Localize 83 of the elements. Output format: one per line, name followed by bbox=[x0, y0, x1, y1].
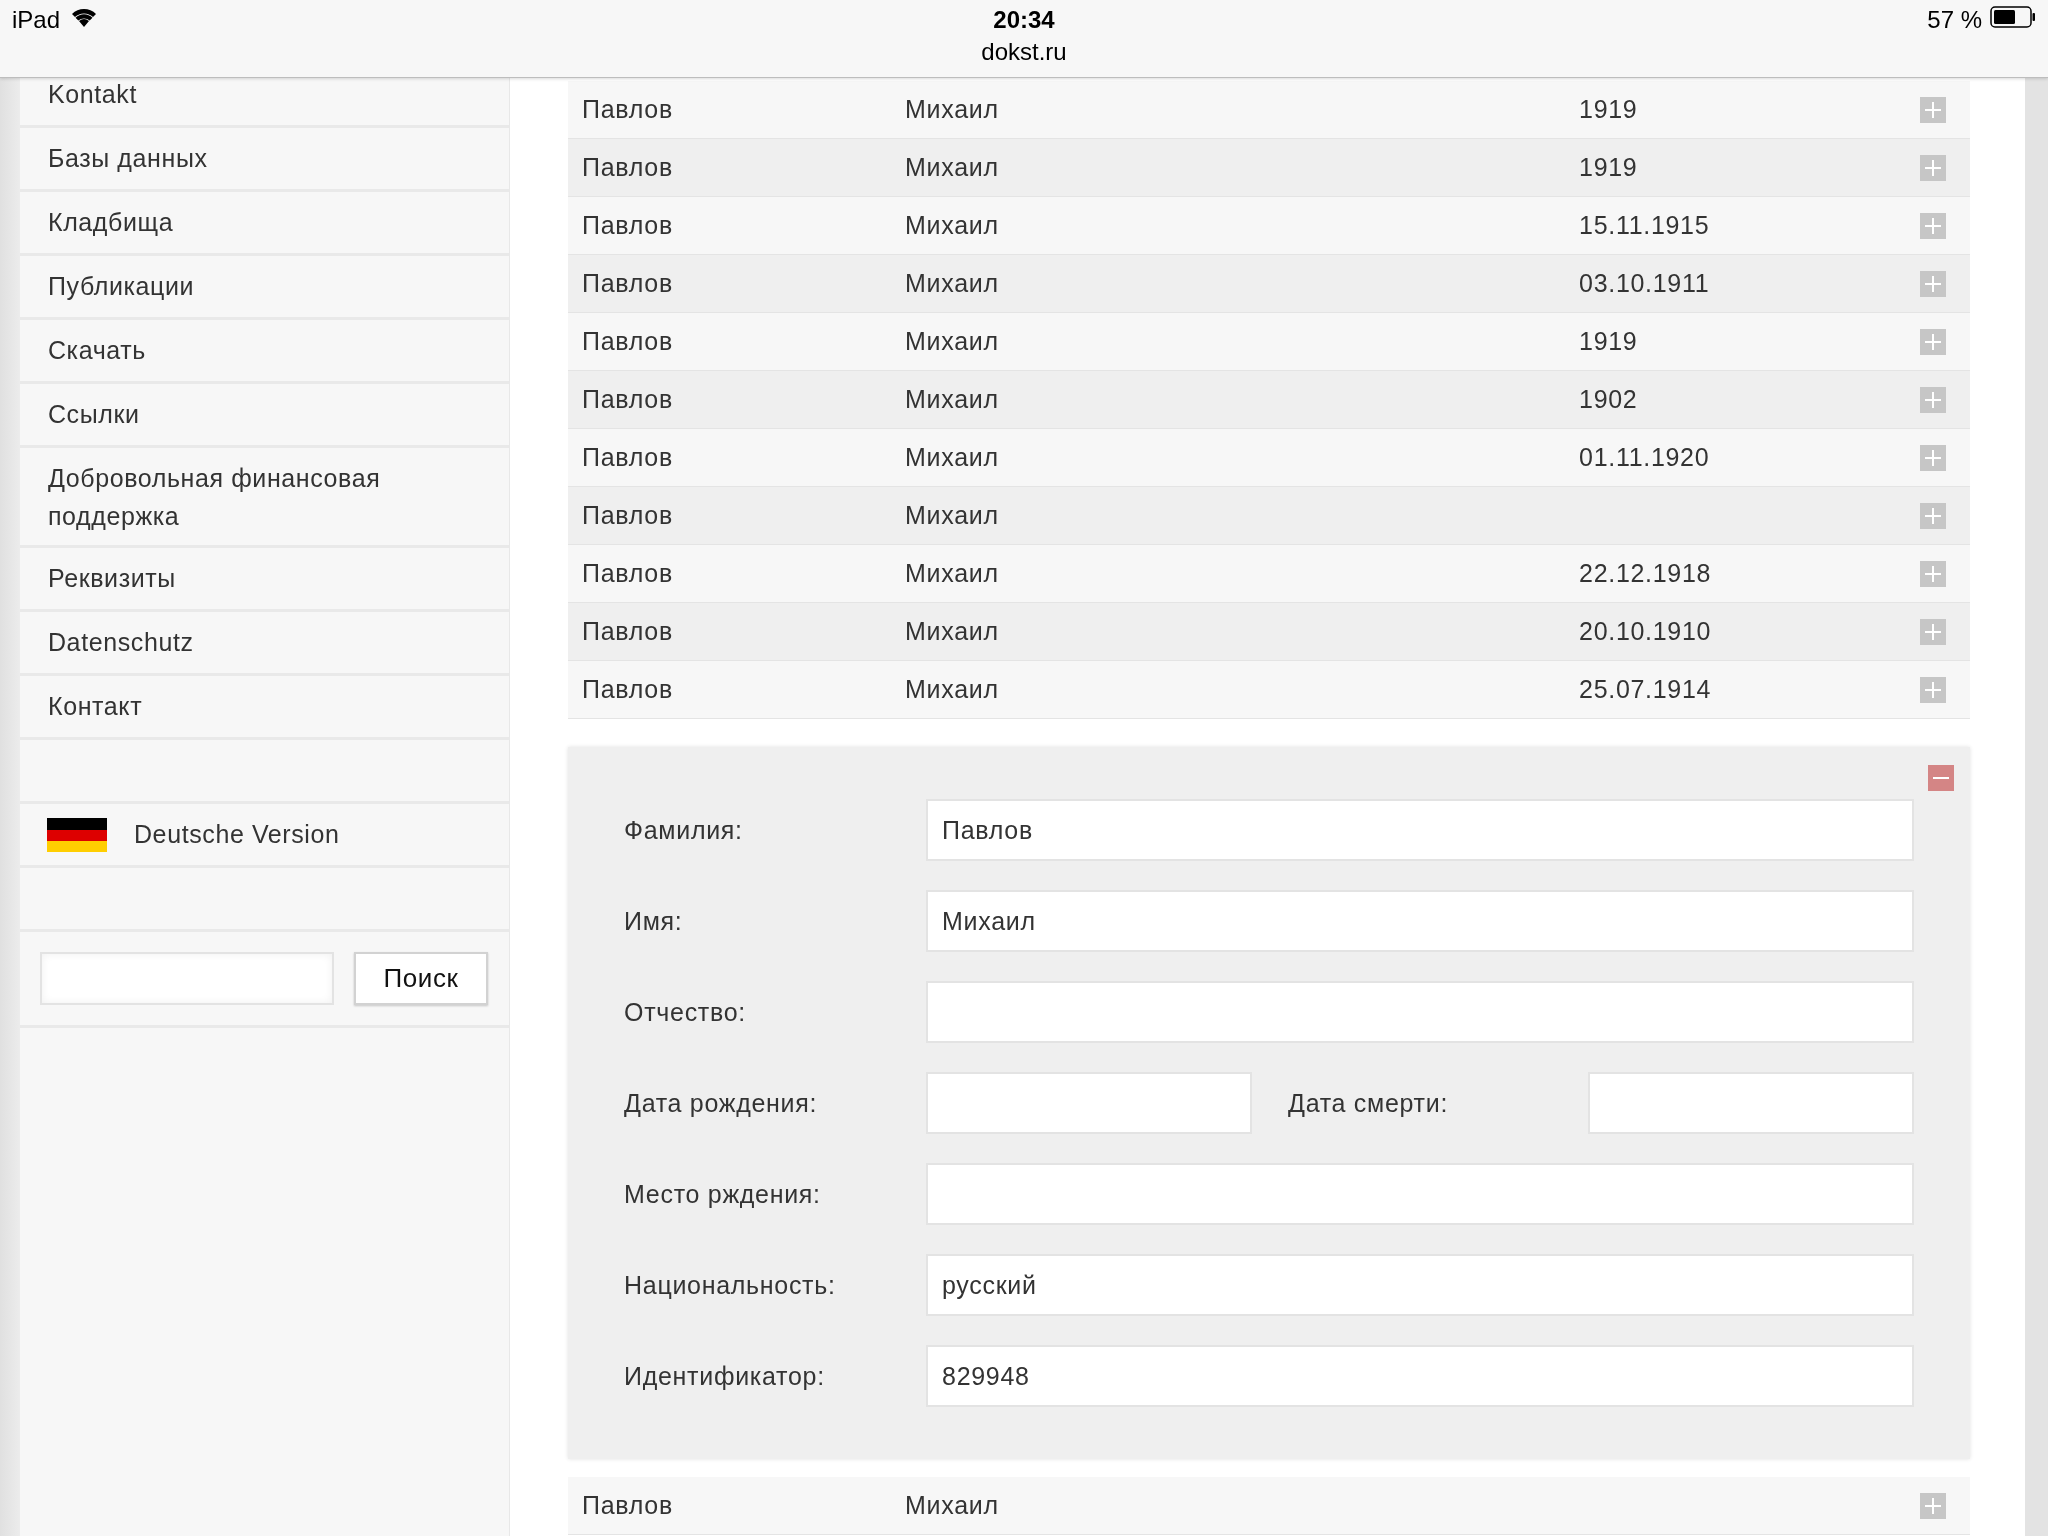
table-cell-text: Павлов bbox=[582, 95, 674, 124]
expand-icon[interactable] bbox=[1920, 96, 1947, 123]
table-cell-text: Михаил bbox=[905, 327, 1000, 356]
input-field[interactable]: 829948 bbox=[926, 1345, 1915, 1407]
battery-percent: 57 % bbox=[1927, 6, 1982, 34]
expand-icon[interactable] bbox=[1920, 1492, 1947, 1519]
table-cell-text: Павлов bbox=[582, 153, 674, 182]
wifi-icon bbox=[70, 6, 99, 28]
input-field[interactable] bbox=[926, 981, 1915, 1043]
table-cell-text: Павлов bbox=[582, 443, 674, 472]
field-label: Дата смерти: bbox=[1288, 1088, 1450, 1118]
table-cell-text: 01.11.1920 bbox=[1579, 443, 1711, 472]
table-cell-text: Михаил bbox=[905, 385, 1000, 414]
table-cell-text: Павлов bbox=[582, 385, 674, 414]
table-cell-text: Михаил bbox=[905, 1491, 1000, 1520]
table-cell-text: Михаил bbox=[905, 443, 1000, 472]
sidebar-item[interactable]: Контакт bbox=[19, 676, 510, 740]
table-cell-text: Павлов bbox=[582, 559, 674, 588]
german-flag-icon bbox=[46, 817, 107, 852]
field-label: Имя: bbox=[624, 906, 684, 936]
table-cell-text: 1919 bbox=[1579, 153, 1639, 182]
table-cell-text: 1902 bbox=[1579, 385, 1639, 414]
sidebar-item[interactable]: Публикации bbox=[19, 256, 510, 320]
clock: 20:34 bbox=[993, 6, 1055, 34]
input-field[interactable] bbox=[926, 1163, 1915, 1225]
table-cell-text: Михаил bbox=[905, 501, 1000, 530]
input-field[interactable] bbox=[1588, 1072, 1915, 1134]
table-cell-text: Павлов bbox=[582, 617, 674, 646]
expand-icon[interactable] bbox=[1920, 270, 1947, 297]
expand-icon[interactable] bbox=[1920, 618, 1947, 645]
field-label: Идентификатор: bbox=[624, 1361, 826, 1391]
table-cell-text: Павлов bbox=[582, 269, 674, 298]
sidebar-item[interactable]: Скачать bbox=[19, 320, 510, 384]
table-cell-text: 03.10.1911 bbox=[1579, 269, 1711, 298]
search-field[interactable] bbox=[39, 952, 334, 1005]
input-field[interactable]: Павлов bbox=[926, 799, 1915, 861]
expand-icon[interactable] bbox=[1920, 560, 1947, 587]
table-cell-text: 22.12.1918 bbox=[1579, 559, 1713, 588]
expand-icon[interactable] bbox=[1920, 676, 1947, 703]
field-label: Фамилия: bbox=[624, 815, 744, 845]
field-label: Место рждения: bbox=[624, 1179, 822, 1209]
sidebar-item[interactable]: Добровольная финансовая поддержка bbox=[19, 448, 510, 548]
field-label: Национальность: bbox=[624, 1270, 837, 1300]
table-cell-text: Павлов bbox=[582, 501, 674, 530]
input-field[interactable]: русский bbox=[926, 1254, 1915, 1316]
table-cell-text: Михаил bbox=[905, 617, 1000, 646]
table-cell-text: 1919 bbox=[1579, 95, 1639, 124]
expand-icon[interactable] bbox=[1920, 444, 1947, 471]
table-cell-text: Михаил bbox=[905, 95, 1000, 124]
table-cell-text: 20.10.1910 bbox=[1579, 617, 1713, 646]
battery-icon bbox=[1990, 6, 2036, 28]
table-cell-text: Павлов bbox=[582, 327, 674, 356]
field-label: Отчество: bbox=[624, 997, 747, 1027]
sidebar-item[interactable]: Datenschutz bbox=[19, 612, 510, 676]
table-cell-text: 15.11.1915 bbox=[1579, 211, 1711, 240]
table-cell-text: Павлов bbox=[582, 1491, 674, 1520]
device-name: iPad bbox=[12, 6, 61, 34]
expand-icon[interactable] bbox=[1920, 154, 1947, 181]
collapse-icon[interactable] bbox=[1928, 765, 1955, 791]
table-cell-text: Михаил bbox=[905, 269, 1000, 298]
table-cell-text: 25.07.1914 bbox=[1579, 675, 1713, 704]
table-cell-text: Михаил bbox=[905, 559, 1000, 588]
language-link[interactable]: Deutsche Version bbox=[133, 820, 340, 849]
expand-icon[interactable] bbox=[1920, 386, 1947, 413]
sidebar-item[interactable]: Базы данных bbox=[19, 128, 510, 192]
sidebar-item[interactable]: Кладбища bbox=[19, 192, 510, 256]
field-label: Дата рождения: bbox=[624, 1088, 819, 1118]
sidebar-item[interactable]: Kontakt bbox=[19, 78, 510, 128]
expand-icon[interactable] bbox=[1920, 212, 1947, 239]
input-field[interactable] bbox=[926, 1072, 1253, 1134]
input-field[interactable]: Михаил bbox=[926, 890, 1915, 952]
search-button[interactable]: Поиск bbox=[353, 952, 488, 1005]
table-cell-text: Михаил bbox=[905, 211, 1000, 240]
expand-icon[interactable] bbox=[1920, 502, 1947, 529]
table-cell-text: Павлов bbox=[582, 211, 674, 240]
expand-icon[interactable] bbox=[1920, 328, 1947, 355]
table-cell-text: Михаил bbox=[905, 153, 1000, 182]
sidebar-item[interactable]: Реквизиты bbox=[19, 548, 510, 612]
address-bar[interactable]: dokst.ru bbox=[981, 38, 1067, 66]
table-cell-text: Михаил bbox=[905, 675, 1000, 704]
table-cell-text: Павлов bbox=[582, 675, 674, 704]
table-cell-text: 1919 bbox=[1579, 327, 1639, 356]
sidebar-item[interactable]: Ссылки bbox=[19, 384, 510, 448]
